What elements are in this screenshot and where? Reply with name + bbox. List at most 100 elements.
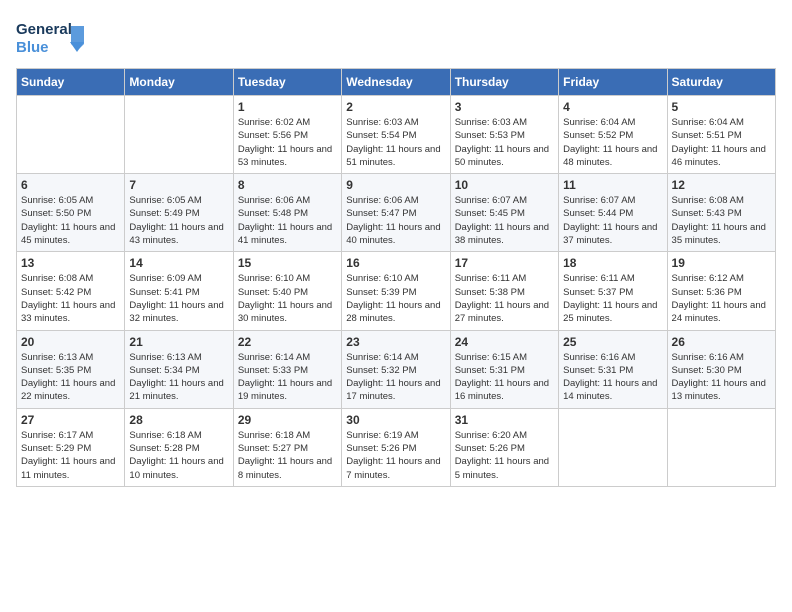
day-number: 23 — [346, 335, 445, 349]
calendar-cell: 15 Sunrise: 6:10 AMSunset: 5:40 PMDayligh… — [233, 252, 341, 330]
calendar-cell: 7Sunrise: 6:05 AMSunset: 5:49 PMDaylight… — [125, 174, 233, 252]
day-number: 15 — [238, 256, 337, 270]
cell-info: Sunrise: 6:19 AMSunset: 5:26 PMDaylight:… — [346, 429, 445, 482]
day-number: 9 — [346, 178, 445, 192]
calendar-cell: 26 Sunrise: 6:16 AMSunset: 5:30 PMDayligh… — [667, 330, 775, 408]
calendar-cell: 9 Sunrise: 6:06 AMSunset: 5:47 PMDaylight… — [342, 174, 450, 252]
cell-info: Sunrise: 6:03 AMSunset: 5:54 PMDaylight:… — [346, 116, 445, 169]
day-number: 3 — [455, 100, 554, 114]
cell-info: Sunrise: 6:11 AMSunset: 5:37 PMDaylight:… — [563, 272, 662, 325]
cell-info: Sunrise: 6:14 AMSunset: 5:33 PMDaylight:… — [238, 351, 337, 404]
day-number: 18 — [563, 256, 662, 270]
cell-info: Sunrise: 6:14 AMSunset: 5:32 PMDaylight:… — [346, 351, 445, 404]
day-number: 27 — [21, 413, 120, 427]
calendar-cell: 30 Sunrise: 6:19 AMSunset: 5:26 PMDayligh… — [342, 408, 450, 486]
logo: GeneralBlue — [16, 16, 86, 60]
cell-info: Sunrise: 6:09 AMSunset: 5:41 PMDaylight:… — [129, 272, 228, 325]
day-number: 13 — [21, 256, 120, 270]
day-number: 29 — [238, 413, 337, 427]
calendar-cell: 18 Sunrise: 6:11 AMSunset: 5:37 PMDayligh… — [559, 252, 667, 330]
cell-info: Sunrise: 6:11 AMSunset: 5:38 PMDaylight:… — [455, 272, 554, 325]
day-number: 24 — [455, 335, 554, 349]
day-number: 20 — [21, 335, 120, 349]
cell-info: Sunrise: 6:15 AMSunset: 5:31 PMDaylight:… — [455, 351, 554, 404]
cell-info: Sunrise: 6:13 AMSunset: 5:35 PMDaylight:… — [21, 351, 120, 404]
cell-info: Sunrise: 6:04 AMSunset: 5:51 PMDaylight:… — [672, 116, 771, 169]
day-number: 21 — [129, 335, 228, 349]
page-header: GeneralBlue — [16, 16, 776, 60]
calendar-cell: 27 Sunrise: 6:17 AMSunset: 5:29 PMDayligh… — [17, 408, 125, 486]
cell-info: Sunrise: 6:20 AMSunset: 5:26 PMDaylight:… — [455, 429, 554, 482]
calendar-week-row: 13 Sunrise: 6:08 AMSunset: 5:42 PMDayligh… — [17, 252, 776, 330]
calendar-cell: 22 Sunrise: 6:14 AMSunset: 5:33 PMDayligh… — [233, 330, 341, 408]
day-number: 17 — [455, 256, 554, 270]
calendar-cell: 14Sunrise: 6:09 AMSunset: 5:41 PMDayligh… — [125, 252, 233, 330]
cell-info: Sunrise: 6:18 AMSunset: 5:27 PMDaylight:… — [238, 429, 337, 482]
cell-info: Sunrise: 6:07 AMSunset: 5:44 PMDaylight:… — [563, 194, 662, 247]
cell-info: Sunrise: 6:10 AMSunset: 5:40 PMDaylight:… — [238, 272, 337, 325]
calendar-cell: 1Sunrise: 6:02 AMSunset: 5:56 PMDaylight… — [233, 96, 341, 174]
weekday-header: Wednesday — [342, 69, 450, 96]
weekday-header: Thursday — [450, 69, 558, 96]
cell-info: Sunrise: 6:08 AMSunset: 5:43 PMDaylight:… — [672, 194, 771, 247]
cell-info: Sunrise: 6:17 AMSunset: 5:29 PMDaylight:… — [21, 429, 120, 482]
day-number: 6 — [21, 178, 120, 192]
cell-info: Sunrise: 6:05 AMSunset: 5:50 PMDaylight:… — [21, 194, 120, 247]
day-number: 26 — [672, 335, 771, 349]
cell-info: Sunrise: 6:06 AMSunset: 5:47 PMDaylight:… — [346, 194, 445, 247]
day-number: 4 — [563, 100, 662, 114]
calendar-cell: 8 Sunrise: 6:06 AMSunset: 5:48 PMDaylight… — [233, 174, 341, 252]
day-number: 28 — [129, 413, 228, 427]
calendar-cell — [125, 96, 233, 174]
day-number: 22 — [238, 335, 337, 349]
calendar-cell: 5 Sunrise: 6:04 AMSunset: 5:51 PMDaylight… — [667, 96, 775, 174]
day-number: 19 — [672, 256, 771, 270]
calendar-cell — [667, 408, 775, 486]
cell-info: Sunrise: 6:16 AMSunset: 5:30 PMDaylight:… — [672, 351, 771, 404]
calendar-cell: 17 Sunrise: 6:11 AMSunset: 5:38 PMDayligh… — [450, 252, 558, 330]
calendar-cell — [17, 96, 125, 174]
weekday-header-row: SundayMondayTuesdayWednesdayThursdayFrid… — [17, 69, 776, 96]
day-number: 2 — [346, 100, 445, 114]
svg-text:Blue: Blue — [16, 39, 49, 56]
calendar-cell: 23 Sunrise: 6:14 AMSunset: 5:32 PMDayligh… — [342, 330, 450, 408]
cell-info: Sunrise: 6:13 AMSunset: 5:34 PMDaylight:… — [129, 351, 228, 404]
calendar-table: SundayMondayTuesdayWednesdayThursdayFrid… — [16, 68, 776, 487]
calendar-week-row: 20 Sunrise: 6:13 AMSunset: 5:35 PMDayligh… — [17, 330, 776, 408]
cell-info: Sunrise: 6:08 AMSunset: 5:42 PMDaylight:… — [21, 272, 120, 325]
cell-info: Sunrise: 6:04 AMSunset: 5:52 PMDaylight:… — [563, 116, 662, 169]
calendar-cell: 28 Sunrise: 6:18 AMSunset: 5:28 PMDayligh… — [125, 408, 233, 486]
calendar-cell: 29 Sunrise: 6:18 AMSunset: 5:27 PMDayligh… — [233, 408, 341, 486]
day-number: 16 — [346, 256, 445, 270]
calendar-cell: 16 Sunrise: 6:10 AMSunset: 5:39 PMDayligh… — [342, 252, 450, 330]
cell-info: Sunrise: 6:18 AMSunset: 5:28 PMDaylight:… — [129, 429, 228, 482]
calendar-cell: 21 Sunrise: 6:13 AMSunset: 5:34 PMDayligh… — [125, 330, 233, 408]
calendar-cell: 4 Sunrise: 6:04 AMSunset: 5:52 PMDaylight… — [559, 96, 667, 174]
calendar-week-row: 6 Sunrise: 6:05 AMSunset: 5:50 PMDaylight… — [17, 174, 776, 252]
cell-info: Sunrise: 6:07 AMSunset: 5:45 PMDaylight:… — [455, 194, 554, 247]
svg-text:General: General — [16, 21, 72, 38]
calendar-cell: 3 Sunrise: 6:03 AMSunset: 5:53 PMDaylight… — [450, 96, 558, 174]
day-number: 8 — [238, 178, 337, 192]
calendar-cell: 11Sunrise: 6:07 AMSunset: 5:44 PMDayligh… — [559, 174, 667, 252]
cell-info: Sunrise: 6:10 AMSunset: 5:39 PMDaylight:… — [346, 272, 445, 325]
cell-info: Sunrise: 6:02 AMSunset: 5:56 PMDaylight:… — [238, 116, 337, 169]
day-number: 7 — [129, 178, 228, 192]
calendar-cell: 31 Sunrise: 6:20 AMSunset: 5:26 PMDayligh… — [450, 408, 558, 486]
logo-svg: GeneralBlue — [16, 16, 86, 60]
calendar-week-row: 1Sunrise: 6:02 AMSunset: 5:56 PMDaylight… — [17, 96, 776, 174]
day-number: 31 — [455, 413, 554, 427]
day-number: 5 — [672, 100, 771, 114]
day-number: 25 — [563, 335, 662, 349]
calendar-week-row: 27 Sunrise: 6:17 AMSunset: 5:29 PMDayligh… — [17, 408, 776, 486]
weekday-header: Monday — [125, 69, 233, 96]
cell-info: Sunrise: 6:03 AMSunset: 5:53 PMDaylight:… — [455, 116, 554, 169]
calendar-cell: 13 Sunrise: 6:08 AMSunset: 5:42 PMDayligh… — [17, 252, 125, 330]
calendar-cell: 12Sunrise: 6:08 AMSunset: 5:43 PMDayligh… — [667, 174, 775, 252]
calendar-cell: 2 Sunrise: 6:03 AMSunset: 5:54 PMDaylight… — [342, 96, 450, 174]
calendar-cell: 25Sunrise: 6:16 AMSunset: 5:31 PMDayligh… — [559, 330, 667, 408]
day-number: 30 — [346, 413, 445, 427]
cell-info: Sunrise: 6:06 AMSunset: 5:48 PMDaylight:… — [238, 194, 337, 247]
weekday-header: Saturday — [667, 69, 775, 96]
calendar-cell: 20 Sunrise: 6:13 AMSunset: 5:35 PMDayligh… — [17, 330, 125, 408]
